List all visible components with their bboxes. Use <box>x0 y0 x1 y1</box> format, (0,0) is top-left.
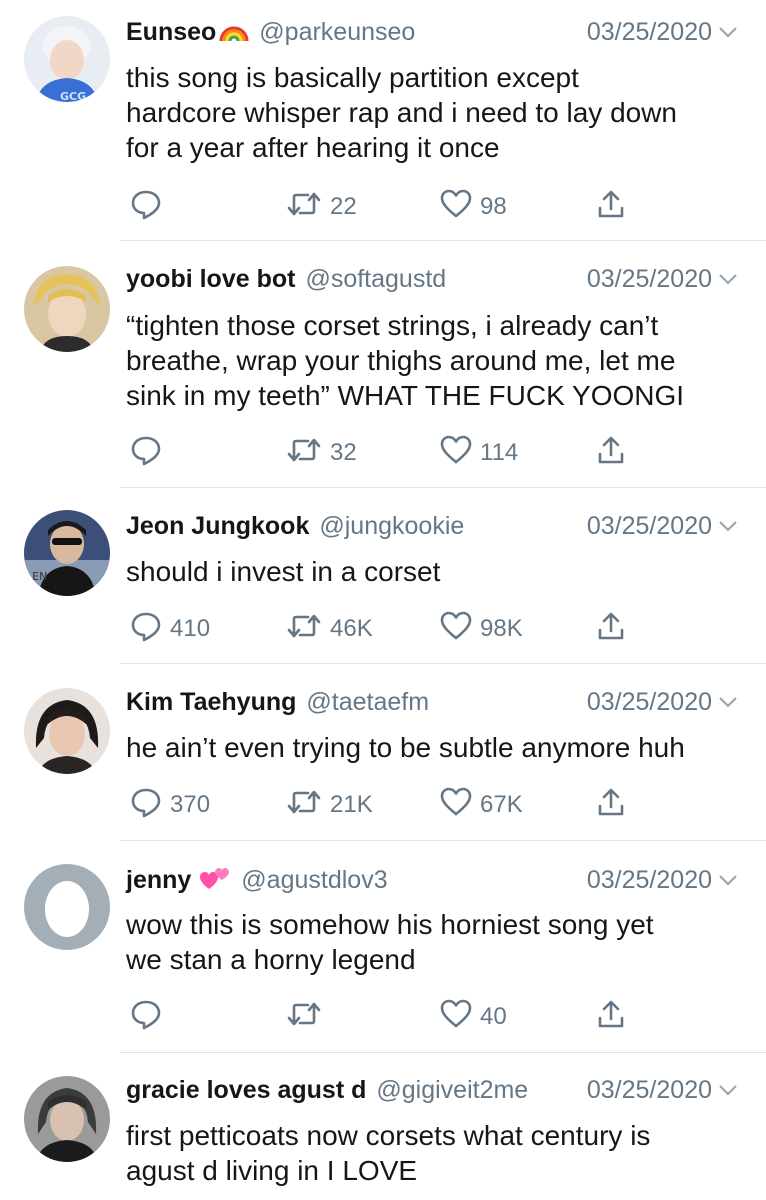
retweet-icon <box>286 788 322 823</box>
reply-icon <box>130 610 162 649</box>
chevron-down-icon[interactable] <box>718 272 738 286</box>
like-count: 67K <box>480 791 523 818</box>
avatar[interactable] <box>24 1076 110 1162</box>
like-count: 114 <box>480 439 519 466</box>
reply-button[interactable]: 370 <box>130 787 210 823</box>
reply-count: 410 <box>170 615 211 642</box>
rainbow-emoji <box>219 21 249 43</box>
retweet-button[interactable]: 21K <box>286 787 373 823</box>
heart-icon <box>440 999 472 1036</box>
like-count: 98 <box>480 193 507 220</box>
share-button[interactable] <box>596 611 626 647</box>
chevron-down-icon[interactable] <box>718 1083 738 1097</box>
avatar[interactable] <box>24 864 110 950</box>
heart-icon <box>440 435 472 472</box>
like-button[interactable]: 98K <box>440 611 523 647</box>
divider <box>120 840 766 841</box>
timestamp[interactable]: 03/25/2020 <box>587 1076 712 1105</box>
reply-icon <box>130 998 162 1037</box>
reply-button[interactable]: 410 <box>130 611 210 647</box>
reply-icon <box>130 434 162 473</box>
share-icon <box>596 786 626 825</box>
divider <box>120 1052 766 1053</box>
tweet-text: wow this is somehow his horniest song ye… <box>126 909 654 975</box>
avatar[interactable]: LEN <box>24 510 110 596</box>
retweet-icon <box>286 436 322 471</box>
retweet-button[interactable]: 22 <box>286 189 357 225</box>
retweet-button[interactable]: 32 <box>286 435 357 471</box>
share-button[interactable] <box>596 999 626 1035</box>
tweet-text: this song is basically partition except … <box>126 62 678 163</box>
hearts-emoji <box>199 867 231 893</box>
tweet-text: first petticoats now corsets what centur… <box>126 1120 651 1186</box>
like-button[interactable]: 98 <box>440 189 507 225</box>
display-name[interactable]: Eunseo <box>126 18 216 47</box>
divider <box>120 240 766 241</box>
heart-icon <box>440 787 472 824</box>
handle[interactable]: @taetaefm <box>306 688 429 717</box>
reply-icon <box>130 188 162 227</box>
handle[interactable]: @parkeunseo <box>259 18 415 47</box>
handle[interactable]: @softagustd <box>305 265 446 294</box>
retweet-button[interactable] <box>286 999 330 1035</box>
share-icon <box>596 998 626 1037</box>
share-button[interactable] <box>596 435 626 471</box>
avatar[interactable] <box>24 688 110 774</box>
reply-button[interactable] <box>130 435 170 471</box>
like-count: 98K <box>480 615 523 642</box>
timestamp[interactable]: 03/25/2020 <box>587 866 712 895</box>
avatar[interactable]: GCG <box>24 16 110 102</box>
reply-icon <box>130 786 162 825</box>
chevron-down-icon[interactable] <box>718 873 738 887</box>
share-icon <box>596 188 626 227</box>
retweet-count: 22 <box>330 193 357 220</box>
like-button[interactable]: 40 <box>440 999 507 1035</box>
tweet-text: he ain’t even trying to be subtle anymor… <box>126 732 685 763</box>
like-button[interactable]: 67K <box>440 787 523 823</box>
reply-button[interactable] <box>130 189 170 225</box>
retweet-count: 21K <box>330 791 373 818</box>
display-name[interactable]: jenny <box>126 866 191 895</box>
display-name[interactable]: Kim Taehyung <box>126 688 296 717</box>
display-name[interactable]: yoobi love bot <box>126 265 295 294</box>
svg-text:GCG: GCG <box>60 90 86 102</box>
display-name[interactable]: Jeon Jungkook <box>126 512 309 541</box>
chevron-down-icon[interactable] <box>718 519 738 533</box>
like-button[interactable]: 114 <box>440 435 518 471</box>
divider <box>120 663 766 664</box>
share-icon <box>596 434 626 473</box>
divider <box>120 487 766 488</box>
share-icon <box>596 610 626 649</box>
heart-icon <box>440 611 472 648</box>
chevron-down-icon[interactable] <box>718 25 738 39</box>
handle[interactable]: @agustdlov3 <box>241 866 387 895</box>
timestamp[interactable]: 03/25/2020 <box>587 265 712 294</box>
handle[interactable]: @gigiveit2me <box>376 1076 528 1105</box>
timestamp[interactable]: 03/25/2020 <box>587 688 712 717</box>
tweet-text: should i invest in a corset <box>126 556 441 587</box>
display-name[interactable]: gracie loves agust d <box>126 1076 366 1105</box>
reply-button[interactable] <box>130 999 170 1035</box>
retweet-icon <box>286 190 322 225</box>
avatar[interactable] <box>24 266 110 352</box>
retweet-button[interactable]: 46K <box>286 611 373 647</box>
retweet-icon <box>286 612 322 647</box>
retweet-count: 46K <box>330 615 373 642</box>
like-count: 40 <box>480 1003 507 1030</box>
retweet-icon <box>286 1000 322 1035</box>
svg-text:LEN: LEN <box>26 570 47 583</box>
timestamp[interactable]: 03/25/2020 <box>587 18 712 47</box>
timestamp[interactable]: 03/25/2020 <box>587 512 712 541</box>
share-button[interactable] <box>596 787 626 823</box>
reply-count: 370 <box>170 791 211 818</box>
chevron-down-icon[interactable] <box>718 695 738 709</box>
heart-icon <box>440 189 472 226</box>
share-button[interactable] <box>596 189 626 225</box>
handle[interactable]: @jungkookie <box>319 512 464 541</box>
tweet-text: “tighten those corset strings, i already… <box>126 310 685 411</box>
retweet-count: 32 <box>330 439 357 466</box>
